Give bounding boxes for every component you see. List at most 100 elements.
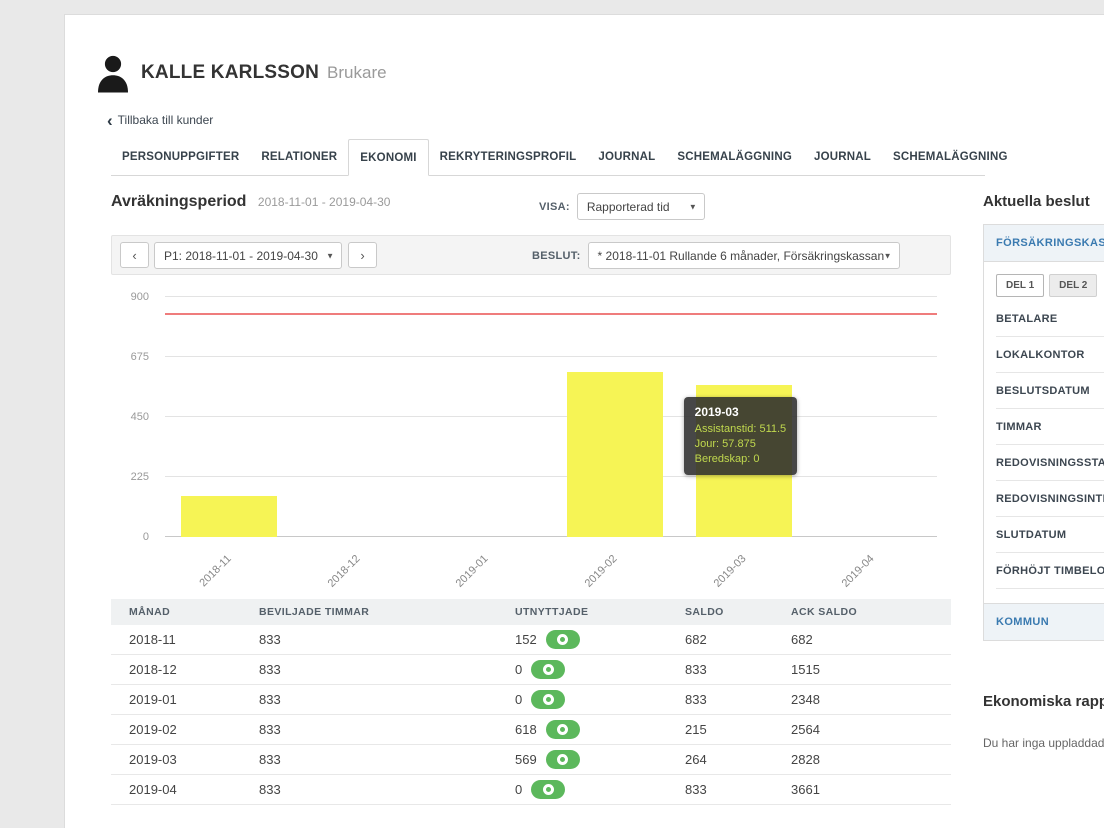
cell-saldo: 264 xyxy=(667,752,773,767)
column-header: MÅNAD xyxy=(111,606,241,618)
table-row: 2019-028336182152564 xyxy=(111,715,951,745)
tab-journal-6[interactable]: JOURNAL xyxy=(803,139,882,175)
cell-utnyttjade: 569 xyxy=(497,750,667,769)
tooltip-line: Beredskap: 0 xyxy=(695,452,787,467)
cell-manad: 2019-02 xyxy=(111,722,241,737)
cell-saldo: 833 xyxy=(667,692,773,707)
cell-utnyttjade: 0 xyxy=(497,660,667,679)
circle-icon xyxy=(557,634,568,645)
period-select-value: P1: 2018-11-01 - 2019-04-30 xyxy=(164,249,318,263)
cell-beviljade-timmar: 833 xyxy=(241,662,497,677)
cell-ack-saldo: 682 xyxy=(773,632,951,647)
reports-empty-text: Du har inga uppladdade xyxy=(983,736,1104,750)
decision-field-label: SLUTDATUM xyxy=(996,517,1104,553)
table-row: 2019-0183308332348 xyxy=(111,685,951,715)
hours-table: MÅNADBEVILJADE TIMMARUTNYTTJADESALDOACK … xyxy=(111,599,951,805)
y-tick-label: 0 xyxy=(143,531,149,543)
tab-ekonomi-2[interactable]: EKONOMI xyxy=(348,139,428,176)
decision-field-label: REDOVISNINGSINTERVALL xyxy=(996,481,1104,517)
visa-select-value: Rapporterad tid xyxy=(587,200,670,214)
cell-saldo: 215 xyxy=(667,722,773,737)
chart-plot: 2019-03Assistanstid: 511.5Jour: 57.875Be… xyxy=(165,297,937,537)
del-tab-2[interactable]: DEL 2 xyxy=(1049,274,1097,297)
x-tick-label: 2018-12 xyxy=(325,553,362,590)
beslut-select-value: * 2018-11-01 Rullande 6 månader, Försäkr… xyxy=(598,249,885,263)
decision-field-label: REDOVISNINGSSTART xyxy=(996,445,1104,481)
expand-details-button[interactable] xyxy=(546,750,580,769)
gridline xyxy=(165,296,937,297)
section-kommun[interactable]: KOMMUN xyxy=(984,603,1104,640)
heading-row: Avräkningsperiod 2018-11-01 - 2019-04-30… xyxy=(111,193,951,227)
user-role: Brukare xyxy=(327,63,387,83)
tab-personuppgifter-0[interactable]: PERSONUPPGIFTER xyxy=(111,139,250,175)
gridline xyxy=(165,356,937,357)
section-forsakringskassan[interactable]: FÖRSÄKRINGSKASSAN xyxy=(984,225,1104,262)
expand-details-button[interactable] xyxy=(546,630,580,649)
user-name: KALLE KARLSSON xyxy=(141,62,319,84)
page-title: Avräkningsperiod xyxy=(111,193,246,210)
chevron-left-icon: ‹ xyxy=(107,115,113,126)
tooltip-line: Jour: 57.875 xyxy=(695,437,787,452)
decision-body: DEL 1DEL 2 BETALARELOKALKONTORBESLUTSDAT… xyxy=(984,262,1104,603)
tab-journal-4[interactable]: JOURNAL xyxy=(587,139,666,175)
tab-schemal-ggning-7[interactable]: SCHEMALÄGGNING xyxy=(882,139,1019,175)
circle-icon xyxy=(557,724,568,735)
user-avatar-icon xyxy=(95,53,131,93)
bar-2018-11[interactable] xyxy=(181,496,277,537)
gridline xyxy=(165,476,937,477)
back-link[interactable]: ‹ Tillbaka till kunder xyxy=(107,113,213,127)
chart-tooltip: 2019-03Assistanstid: 511.5Jour: 57.875Be… xyxy=(684,397,798,475)
cell-saldo: 833 xyxy=(667,782,773,797)
tab-schemal-ggning-5[interactable]: SCHEMALÄGGNING xyxy=(666,139,803,175)
cell-ack-saldo: 2828 xyxy=(773,752,951,767)
decision-field-label: TIMMAR xyxy=(996,409,1104,445)
tab-rekryteringsprofil-3[interactable]: REKRYTERINGSPROFIL xyxy=(429,139,588,175)
tab-relationer-1[interactable]: RELATIONER xyxy=(250,139,348,175)
decision-box: FÖRSÄKRINGSKASSAN DEL 1DEL 2 BETALARELOK… xyxy=(983,224,1104,641)
cell-beviljade-timmar: 833 xyxy=(241,692,497,707)
hours-chart: 0225450675900 2019-03Assistanstid: 511.5… xyxy=(111,287,951,589)
cell-utnyttjade: 0 xyxy=(497,690,667,709)
cell-beviljade-timmar: 833 xyxy=(241,752,497,767)
circle-icon xyxy=(543,664,554,675)
y-tick-label: 900 xyxy=(131,291,149,303)
reports-title: Ekonomiska rapporter xyxy=(983,693,1104,710)
cell-ack-saldo: 2564 xyxy=(773,722,951,737)
column-header: UTNYTTJADE xyxy=(497,606,667,618)
beslut-group: BESLUT: * 2018-11-01 Rullande 6 månader,… xyxy=(532,242,900,269)
user-header: KALLE KARLSSON Brukare xyxy=(95,53,387,93)
utnyttjade-value: 152 xyxy=(515,632,537,647)
viewport: KALLE KARLSSON Brukare ‹ Tillbaka till k… xyxy=(0,0,1104,828)
column-header: SALDO xyxy=(667,606,773,618)
expand-details-button[interactable] xyxy=(531,690,565,709)
expand-details-button[interactable] xyxy=(546,720,580,739)
x-tick-label: 2019-03 xyxy=(711,553,748,590)
bar-2019-02[interactable] xyxy=(567,372,663,537)
visa-select[interactable]: Rapporterad tid ▼ xyxy=(577,193,705,220)
del-tab-1[interactable]: DEL 1 xyxy=(996,274,1044,297)
utnyttjade-value: 618 xyxy=(515,722,537,737)
previous-period-button[interactable]: ‹ xyxy=(120,242,149,268)
expand-details-button[interactable] xyxy=(531,780,565,799)
column-header: BEVILJADE TIMMAR xyxy=(241,606,497,618)
utnyttjade-value: 569 xyxy=(515,752,537,767)
period-toolbar: ‹ P1: 2018-11-01 - 2019-04-30 ▼ › BESLUT… xyxy=(111,235,951,275)
cell-manad: 2018-12 xyxy=(111,662,241,677)
y-tick-label: 450 xyxy=(131,411,149,423)
tab-bar: PERSONUPPGIFTERRELATIONEREKONOMIREKRYTER… xyxy=(111,139,985,176)
expand-details-button[interactable] xyxy=(531,660,565,679)
table-body: 2018-118331526826822018-1283308331515201… xyxy=(111,625,951,805)
next-period-button[interactable]: › xyxy=(348,242,377,268)
beslut-label: BESLUT: xyxy=(532,250,581,262)
period-select[interactable]: P1: 2018-11-01 - 2019-04-30 ▼ xyxy=(154,242,342,269)
cell-manad: 2019-04 xyxy=(111,782,241,797)
utnyttjade-value: 0 xyxy=(515,662,522,677)
column-header: ACK SALDO xyxy=(773,606,951,618)
gridline xyxy=(165,416,937,417)
cell-beviljade-timmar: 833 xyxy=(241,782,497,797)
cell-manad: 2018-11 xyxy=(111,632,241,647)
cell-saldo: 682 xyxy=(667,632,773,647)
table-row: 2019-038335692642828 xyxy=(111,745,951,775)
beslut-select[interactable]: * 2018-11-01 Rullande 6 månader, Försäkr… xyxy=(588,242,900,269)
y-tick-label: 225 xyxy=(131,471,149,483)
